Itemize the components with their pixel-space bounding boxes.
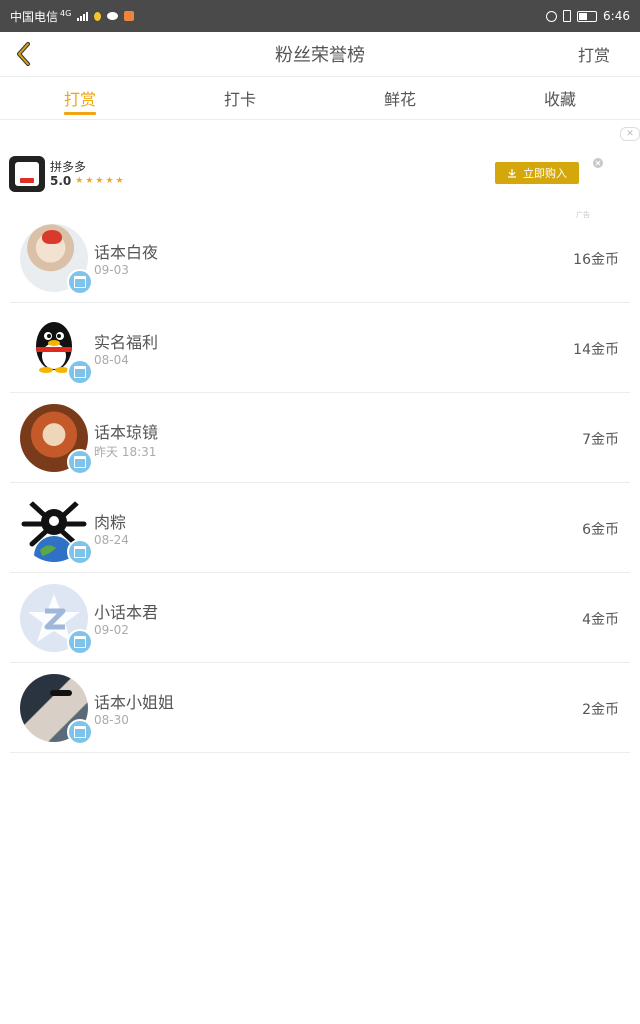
rating-stars-icon: ★★★★★	[75, 176, 126, 186]
fan-amount: 2金币	[582, 702, 619, 718]
fan-name: 肉粽	[94, 513, 127, 532]
clock-label: 6:46	[603, 9, 630, 23]
fan-name: 话本琼镜	[94, 423, 159, 442]
reward-button[interactable]: 打赏	[578, 42, 640, 66]
video-app-icon	[124, 11, 135, 21]
tab-indicator	[64, 112, 96, 115]
tab-checkin[interactable]: 打卡	[160, 77, 320, 119]
ad-corner-close-icon[interactable]: ✕	[620, 127, 640, 141]
fan-name: 话本小姐姐	[94, 693, 175, 712]
back-button[interactable]	[0, 32, 48, 76]
fan-amount: 7金币	[582, 432, 619, 448]
notification-icon	[94, 11, 102, 21]
tab-bar: 打赏 打卡 鲜花 收藏	[0, 77, 640, 120]
fan-date: 08-24	[94, 533, 129, 547]
tab-label: 鲜花	[383, 90, 416, 109]
tab-flowers[interactable]: 鲜花	[320, 77, 480, 119]
status-bar-right: 6:46	[546, 9, 630, 23]
fan-amount: 14金币	[573, 342, 619, 358]
carrier-label: 中国电信	[10, 9, 59, 24]
list-item[interactable]: 小话本君 09-02 4金币	[10, 573, 630, 663]
fan-name: 小话本君	[94, 603, 159, 622]
nav-bar: 粉丝荣誉榜 打赏	[0, 32, 640, 77]
pinduoduo-app-icon	[9, 156, 45, 192]
tab-label: 打赏	[63, 90, 96, 109]
status-bar-left: 中国电信 4G	[10, 8, 135, 25]
fan-date: 08-04	[94, 353, 129, 367]
ad-install-label: 立即购入	[523, 167, 567, 180]
chevron-left-icon	[17, 42, 30, 66]
page-title: 粉丝荣誉榜	[275, 45, 365, 66]
fan-list: 话本白夜 09-03 16金币 实名福利 08-04 14金币 话本琼镜 昨天 …	[10, 213, 630, 753]
verified-badge-icon	[67, 269, 93, 295]
close-icon	[593, 158, 603, 168]
tab-label: 收藏	[543, 90, 576, 109]
list-item[interactable]: 实名福利 08-04 14金币	[10, 303, 630, 393]
tab-favorites[interactable]: 收藏	[480, 77, 640, 119]
fan-name: 话本白夜	[94, 243, 159, 262]
tab-label: 打卡	[223, 90, 256, 109]
verified-badge-icon	[67, 359, 93, 385]
ad-install-button[interactable]: 立即购入	[495, 162, 579, 184]
status-bar: 中国电信 4G 6:46	[0, 0, 640, 32]
fan-date: 08-30	[94, 713, 129, 727]
fan-name: 实名福利	[94, 333, 159, 352]
alarm-icon	[546, 10, 558, 22]
vibrate-icon	[563, 10, 572, 22]
tab-reward[interactable]: 打赏	[0, 77, 160, 119]
verified-badge-icon	[67, 719, 93, 745]
verified-badge-icon	[67, 449, 93, 475]
fan-date: 09-03	[94, 263, 129, 277]
list-item[interactable]: 话本琼镜 昨天 18:31 7金币	[10, 393, 630, 483]
list-item[interactable]: 话本小姐姐 08-30 2金币	[10, 663, 630, 753]
ad-rating-value: 5.0	[50, 174, 72, 188]
ad-app-name: 拼多多	[50, 160, 87, 174]
verified-badge-icon	[67, 629, 93, 655]
ad-rating: 5.0 ★★★★★	[50, 174, 126, 188]
signal-icon	[77, 11, 89, 21]
list-item[interactable]: 肉粽 08-24 6金币	[10, 483, 630, 573]
list-item[interactable]: 话本白夜 09-03 16金币	[10, 213, 630, 303]
fan-amount: 6金币	[582, 522, 619, 538]
fan-amount: 16金币	[573, 252, 619, 268]
verified-badge-icon	[67, 539, 93, 565]
fan-date: 昨天 18:31	[94, 445, 157, 459]
fan-amount: 4金币	[582, 612, 619, 628]
network-label: 4G	[60, 8, 72, 18]
wechat-icon	[107, 12, 119, 20]
ad-banner[interactable]: 拼多多 5.0 ★★★★★ 立即购入	[0, 120, 640, 218]
download-icon	[508, 169, 516, 178]
battery-icon	[577, 10, 598, 22]
ad-close-button[interactable]	[593, 153, 603, 172]
fan-date: 09-02	[94, 623, 129, 637]
